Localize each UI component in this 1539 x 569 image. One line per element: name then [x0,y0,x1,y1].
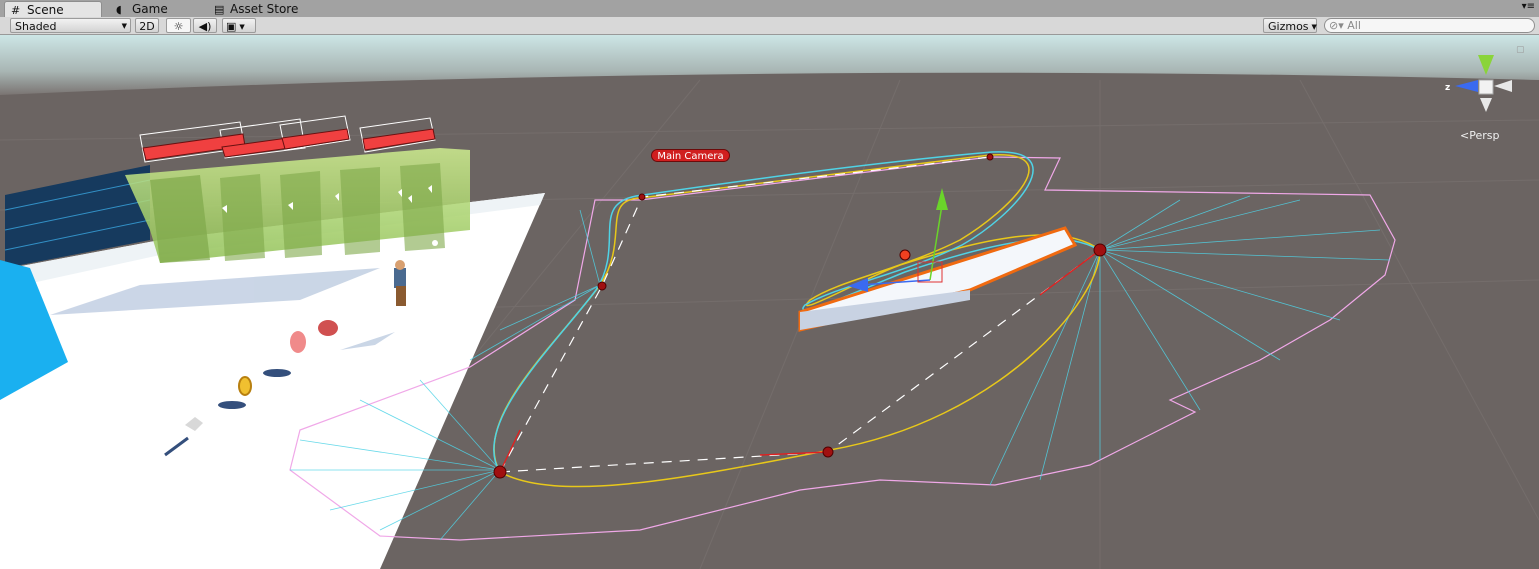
axis-z-label: z [1445,83,1451,93]
lock-icon[interactable]: ▢ [1516,45,1525,55]
pacman-icon: ◖ [116,3,122,16]
hierarchy-search-input[interactable]: ⊘▾ All [1324,18,1535,33]
tab-scene[interactable]: # Scene [4,1,102,17]
projection-toggle[interactable]: <Persp [1460,129,1499,142]
scene-toolbar: Shaded ▼ 2D ☼ ◀) ▣ ▼ Gizmos ▼ ⊘▾ All [0,17,1539,35]
effects-dropdown[interactable]: ▣ ▼ [222,18,256,33]
render-mode-dropdown[interactable]: Shaded ▼ [10,18,131,33]
gizmos-dropdown[interactable]: Gizmos ▼ [1263,18,1317,33]
speaker-icon: ◀) [198,20,212,33]
scene-viewport[interactable]: Main Camera z ▢ <Persp [0,35,1539,569]
scene-render [0,35,1539,569]
image-icon: ▣ [226,20,237,33]
tab-asset-store[interactable]: ▤ Asset Store [208,1,306,17]
perspective-icon: < [1460,129,1470,142]
main-camera-label[interactable]: Main Camera [651,149,730,162]
audio-toggle[interactable]: ◀) [193,18,217,33]
store-icon: ▤ [214,3,225,16]
editor-tab-bar: # Scene ◖ Game ▤ Asset Store ▾≡ [0,0,1539,18]
mode-2d-toggle[interactable]: 2D [135,18,159,33]
search-icon: ⊘▾ [1329,19,1344,32]
tab-game[interactable]: ◖ Game [110,1,176,17]
sun-icon: ☼ [173,20,184,33]
lighting-toggle[interactable]: ☼ [166,18,191,33]
panel-menu-icon[interactable]: ▾≡ [1522,1,1535,12]
